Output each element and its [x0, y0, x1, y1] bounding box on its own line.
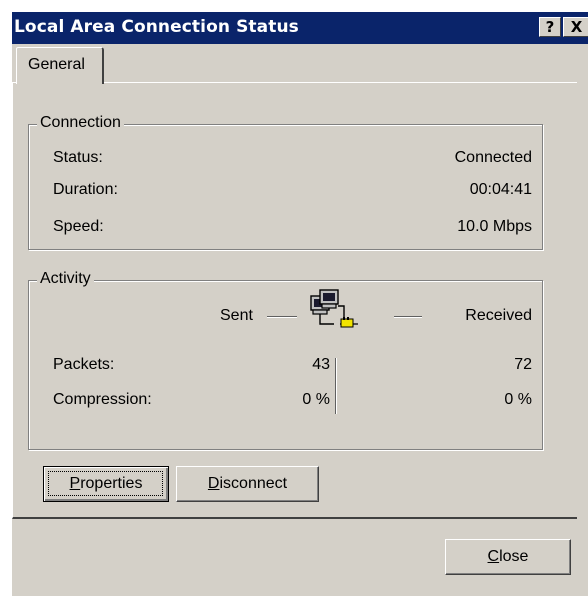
packets-received-value: 72 [514, 356, 532, 373]
activity-group: Activity Sent Received Packets: 43 72 Co… [28, 270, 543, 450]
focus-ring [48, 471, 163, 496]
close-label: lose [499, 548, 529, 565]
connection-group: Connection Status: Connected Duration: 0… [28, 114, 543, 250]
compression-received-value: 0 % [504, 391, 532, 408]
question-mark-icon: ? [545, 18, 555, 36]
speed-label: Speed: [53, 218, 104, 235]
speed-value: 10.0 Mbps [457, 218, 532, 235]
connection-group-title: Connection [37, 114, 124, 132]
packets-sent-value: 43 [312, 356, 330, 373]
tab-general[interactable]: General [16, 47, 104, 84]
activity-group-title: Activity [37, 270, 94, 288]
duration-value: 00:04:41 [469, 181, 532, 198]
close-button[interactable]: Close [445, 539, 571, 575]
sent-line [267, 316, 297, 318]
close-mnemonic: C [487, 548, 500, 565]
disconnect-button[interactable]: Disconnect [176, 466, 319, 502]
sent-label: Sent [220, 307, 253, 324]
packets-label: Packets: [53, 356, 115, 373]
received-line [394, 316, 422, 318]
properties-button[interactable]: Properties [43, 466, 169, 502]
network-activity-icon [310, 289, 358, 328]
compression-sent-value: 0 % [302, 391, 330, 408]
close-window-button[interactable]: X [563, 17, 588, 37]
received-label: Received [465, 307, 532, 324]
disconnect-label: isconnect [219, 475, 288, 492]
compression-label: Compression: [53, 391, 152, 408]
status-value: Connected [454, 149, 532, 166]
window-title: Local Area Connection Status [14, 17, 299, 37]
disconnect-mnemonic: D [207, 475, 220, 492]
status-label: Status: [53, 149, 103, 166]
close-icon: X [570, 18, 583, 36]
duration-label: Duration: [53, 181, 118, 198]
help-button[interactable]: ? [539, 17, 561, 37]
activity-divider [335, 358, 337, 414]
tab-general-label: General [28, 56, 85, 73]
title-bar[interactable]: Local Area Connection Status ? X [12, 12, 588, 44]
